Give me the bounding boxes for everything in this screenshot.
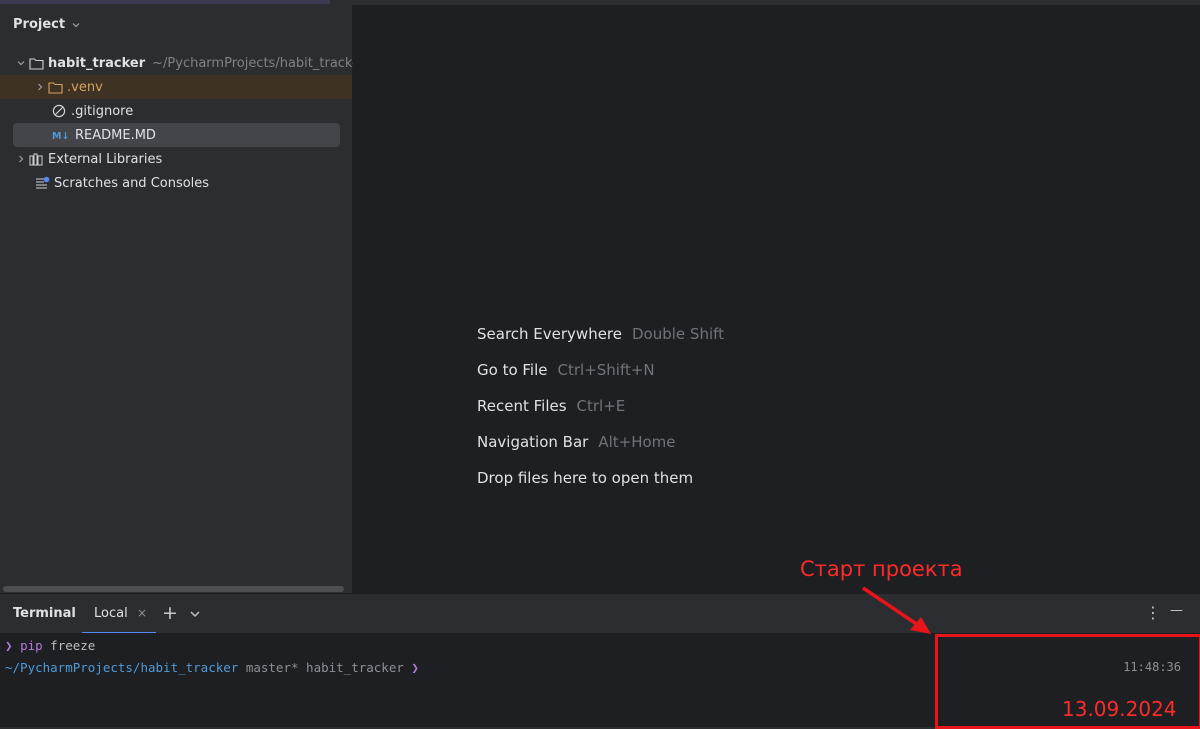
tree-root-label: habit_tracker (48, 55, 146, 71)
markdown-icon: M↓ (51, 127, 71, 143)
project-panel-header[interactable]: Project (13, 17, 81, 32)
hint-search-everywhere: Search Everywhere Double Shift (477, 316, 724, 352)
hint-shortcut: Ctrl+E (576, 397, 626, 415)
hint-navigation-bar: Navigation Bar Alt+Home (477, 424, 724, 460)
tab-local[interactable]: Local × (82, 594, 156, 634)
hint-label: Go to File (477, 361, 548, 379)
terminal-line-2: ~/PycharmProjects/habit_tracker master* … (5, 660, 419, 675)
hint-go-to-file: Go to File Ctrl+Shift+N (477, 352, 724, 388)
prompt-symbol: ❯ (5, 638, 13, 653)
annotation-date: 13.09.2024 (1062, 697, 1177, 721)
annotation-arrow-icon (862, 586, 931, 634)
command: pip (20, 638, 43, 653)
terminal-header: Terminal Local × + ⋮ — (0, 593, 1200, 634)
hint-shortcut: Double Shift (632, 325, 725, 343)
folder-icon (28, 55, 44, 71)
ignore-file-icon (51, 103, 67, 119)
chevron-down-icon (72, 22, 80, 27)
more-options-icon[interactable]: ⋮ (1145, 603, 1161, 622)
tree-root-habit-tracker[interactable]: habit_tracker ~/PycharmProjects/habit_tr… (14, 51, 365, 75)
hint-label: Drop files here to open them (477, 469, 694, 487)
tree-item-venv[interactable]: .venv (0, 75, 352, 99)
close-icon[interactable]: × (137, 606, 147, 620)
hint-shortcut: Ctrl+Shift+N (557, 361, 655, 379)
venv-name: habit_tracker (306, 660, 404, 675)
top-accent-strip (0, 0, 330, 4)
git-branch: master* (245, 660, 299, 675)
project-panel: Project habit_tracker ~/PycharmProjects/… (0, 5, 365, 593)
scratches-icon (34, 175, 50, 191)
terminal-title: Terminal (13, 606, 76, 621)
command-arg: freeze (50, 638, 96, 653)
editor-area[interactable]: Search Everywhere Double Shift Go to Fil… (353, 5, 1200, 593)
cwd-path: ~/PycharmProjects/habit_tracker (5, 660, 239, 675)
horizontal-scrollbar[interactable] (3, 586, 344, 592)
hint-label: Navigation Bar (477, 433, 589, 451)
hint-label: Recent Files (477, 397, 567, 415)
tree-item-label: .venv (67, 79, 103, 95)
chevron-down-icon[interactable] (14, 58, 28, 68)
chevron-right-icon[interactable] (14, 154, 28, 164)
tree-item-label: Scratches and Consoles (54, 175, 210, 191)
add-tab-button[interactable]: + (162, 602, 178, 624)
tab-local-label: Local (94, 606, 128, 621)
minimize-icon[interactable]: — (1170, 603, 1183, 618)
tree-item-gitignore[interactable]: .gitignore (51, 99, 133, 123)
hint-recent-files: Recent Files Ctrl+E (477, 388, 724, 424)
editor-empty-hints: Search Everywhere Double Shift Go to Fil… (477, 316, 724, 496)
svg-text:M↓: M↓ (52, 131, 69, 140)
tree-item-external-libraries[interactable]: External Libraries (14, 147, 162, 171)
library-icon (28, 151, 44, 167)
folder-icon (47, 79, 63, 95)
tree-item-readme[interactable]: M↓ README.MD (13, 123, 340, 147)
hint-shortcut: Alt+Home (598, 433, 676, 451)
chevron-down-icon[interactable] (189, 605, 201, 624)
hint-label: Search Everywhere (477, 325, 622, 343)
terminal-line-1: ❯ pip freeze (5, 638, 95, 653)
tree-item-label: README.MD (75, 127, 156, 143)
chevron-right-icon[interactable] (33, 82, 47, 92)
tree-item-scratches[interactable]: Scratches and Consoles (34, 171, 209, 195)
prompt-symbol: ❯ (411, 660, 419, 675)
tree-item-label: External Libraries (48, 151, 163, 167)
project-panel-title: Project (13, 17, 66, 32)
tree-root-path: ~/PycharmProjects/habit_tracker (152, 55, 366, 71)
hint-drop-files: Drop files here to open them (477, 460, 724, 496)
annotation-label: Старт проекта (800, 557, 963, 581)
tree-item-label: .gitignore (71, 103, 134, 119)
